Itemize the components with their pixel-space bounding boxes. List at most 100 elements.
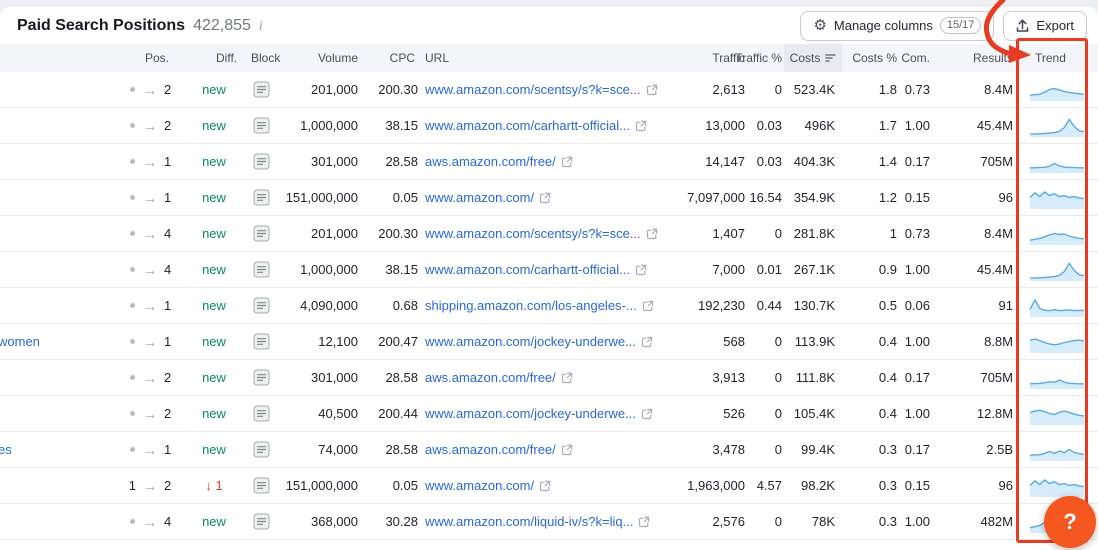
- column-header-diff[interactable]: Diff.: [216, 44, 237, 72]
- url-link[interactable]: www.amazon.com/jockey-underwe...: [425, 406, 636, 421]
- table-row[interactable]: →2new301,00028.58aws.amazon.com/free/3,9…: [0, 360, 1098, 396]
- cpc-value: 200.30: [362, 82, 420, 97]
- url-link[interactable]: www.amazon.com/scentsy/s?k=sce...: [425, 82, 641, 97]
- ad-block-icon[interactable]: [253, 297, 270, 314]
- table-row[interactable]: →1new4,090,0000.68shipping.amazon.com/lo…: [0, 288, 1098, 324]
- column-header-trend[interactable]: Trend: [1035, 44, 1066, 72]
- new-badge: new: [202, 406, 226, 421]
- table-row[interactable]: →4new201,000200.30www.amazon.com/scentsy…: [0, 216, 1098, 252]
- position-cell: →2: [110, 406, 186, 422]
- table-row[interactable]: es→1new74,00028.58aws.amazon.com/free/3,…: [0, 432, 1098, 468]
- url-link[interactable]: aws.amazon.com/free/: [425, 442, 556, 457]
- url-link[interactable]: shipping.amazon.com/los-angeles-...: [425, 298, 637, 313]
- traffic-value: 7,097,000: [686, 190, 748, 205]
- url-link[interactable]: www.amazon.com/: [425, 190, 534, 205]
- ad-block-icon[interactable]: [253, 405, 270, 422]
- column-header-results[interactable]: Results: [973, 44, 1013, 72]
- table-row[interactable]: →2new201,000200.30www.amazon.com/scentsy…: [0, 72, 1098, 108]
- column-header-costs-pct[interactable]: Costs %: [852, 44, 897, 72]
- table-row[interactable]: 1→2↓ 1151,000,0000.05www.amazon.com/1,96…: [0, 468, 1098, 504]
- external-link-icon: [646, 84, 658, 96]
- manage-columns-button[interactable]: ⚙ Manage columns 15/17: [800, 11, 994, 41]
- traffic-value: 3,478: [686, 442, 748, 457]
- results-value: 8.4M: [933, 226, 1015, 241]
- external-link-icon: [539, 192, 551, 204]
- ad-block-icon[interactable]: [253, 81, 270, 98]
- costs-value: 354.9K: [784, 190, 838, 205]
- traffic-value: 192,230: [686, 298, 748, 313]
- table-row[interactable]: →2new1,000,00038.15www.amazon.com/carhar…: [0, 108, 1098, 144]
- costs-value: 111.8K: [784, 370, 838, 385]
- info-icon[interactable]: i: [259, 19, 263, 35]
- results-value: 45.4M: [933, 118, 1015, 133]
- url-link[interactable]: www.amazon.com/carhartt-official...: [425, 118, 630, 133]
- column-header-volume[interactable]: Volume: [318, 44, 358, 72]
- ad-block-icon[interactable]: [253, 153, 270, 170]
- total-count: 422,855: [193, 17, 251, 35]
- help-button[interactable]: ?: [1044, 496, 1096, 548]
- url-cell: www.amazon.com/jockey-underwe...: [420, 406, 686, 421]
- ad-block-icon[interactable]: [253, 189, 270, 206]
- trend-cell: [1015, 401, 1098, 427]
- column-header-pos[interactable]: Pos.: [145, 44, 169, 72]
- block-cell: [242, 225, 280, 242]
- url-link[interactable]: www.amazon.com/: [425, 478, 534, 493]
- column-header-url[interactable]: URL: [425, 44, 449, 72]
- traffic-pct-value: 16.54: [748, 190, 784, 205]
- traffic-value: 526: [686, 406, 748, 421]
- com-value: 0.15: [899, 478, 933, 493]
- ad-block-icon[interactable]: [253, 261, 270, 278]
- volume-value: 301,000: [280, 154, 362, 169]
- position-dot-icon: [130, 411, 135, 416]
- table-row[interactable]: →4new1,000,00038.15www.amazon.com/carhar…: [0, 252, 1098, 288]
- ad-block-icon[interactable]: [253, 477, 270, 494]
- position-cell: →2: [110, 370, 186, 386]
- column-header-com[interactable]: Com.: [901, 44, 930, 72]
- url-link[interactable]: www.amazon.com/jockey-underwe...: [425, 334, 636, 349]
- url-link[interactable]: www.amazon.com/scentsy/s?k=sce...: [425, 226, 641, 241]
- table-row[interactable]: →2new40,500200.44www.amazon.com/jockey-u…: [0, 396, 1098, 432]
- cpc-value: 0.05: [362, 190, 420, 205]
- current-position: 2: [164, 370, 176, 385]
- position-arrow-icon: →: [143, 370, 157, 386]
- cpc-value: 28.58: [362, 442, 420, 457]
- ad-block-icon[interactable]: [253, 117, 270, 134]
- costs-value: 105.4K: [784, 406, 838, 421]
- url-link[interactable]: aws.amazon.com/free/: [425, 370, 556, 385]
- url-link[interactable]: www.amazon.com/carhartt-official...: [425, 262, 630, 277]
- new-badge: new: [202, 442, 226, 457]
- position-cell: →1: [110, 442, 186, 458]
- url-link[interactable]: aws.amazon.com/free/: [425, 154, 556, 169]
- block-cell: [242, 369, 280, 386]
- column-header-costs-sorted[interactable]: Costs: [784, 44, 842, 72]
- column-header-block[interactable]: Block: [251, 44, 280, 72]
- position-cell: →1: [110, 154, 186, 170]
- external-link-icon: [561, 444, 573, 456]
- trend-cell: [1015, 77, 1098, 103]
- current-position: 4: [164, 226, 176, 241]
- url-link[interactable]: www.amazon.com/liquid-iv/s?k=liq...: [425, 514, 633, 529]
- ad-block-icon[interactable]: [253, 513, 270, 530]
- previous-position: [128, 87, 136, 92]
- table-row[interactable]: women→1new12,100200.47www.amazon.com/joc…: [0, 324, 1098, 360]
- ad-block-icon[interactable]: [253, 441, 270, 458]
- ad-block-icon[interactable]: [253, 225, 270, 242]
- trend-cell: [1015, 257, 1098, 283]
- ad-block-icon[interactable]: [253, 369, 270, 386]
- position-arrow-icon: →: [143, 406, 157, 422]
- export-button[interactable]: Export: [1003, 11, 1087, 41]
- keyword-link[interactable]: es: [0, 442, 12, 457]
- table-row[interactable]: →1new151,000,0000.05www.amazon.com/7,097…: [0, 180, 1098, 216]
- table-row[interactable]: →1new301,00028.58aws.amazon.com/free/14,…: [0, 144, 1098, 180]
- column-header-cpc[interactable]: CPC: [390, 44, 415, 72]
- costs-pct-value: 0.4: [838, 334, 899, 349]
- column-header-traffic-pct[interactable]: Traffic %: [735, 44, 782, 72]
- traffic-pct-value: 0: [748, 442, 784, 457]
- url-cell: www.amazon.com/scentsy/s?k=sce...: [420, 82, 686, 97]
- keyword-link[interactable]: women: [0, 334, 40, 349]
- trend-cell: [1015, 113, 1098, 139]
- trend-sparkline: [1029, 329, 1085, 355]
- ad-block-icon[interactable]: [253, 333, 270, 350]
- table-row[interactable]: →4new368,00030.28www.amazon.com/liquid-i…: [0, 504, 1098, 540]
- costs-pct-value: 1.4: [838, 154, 899, 169]
